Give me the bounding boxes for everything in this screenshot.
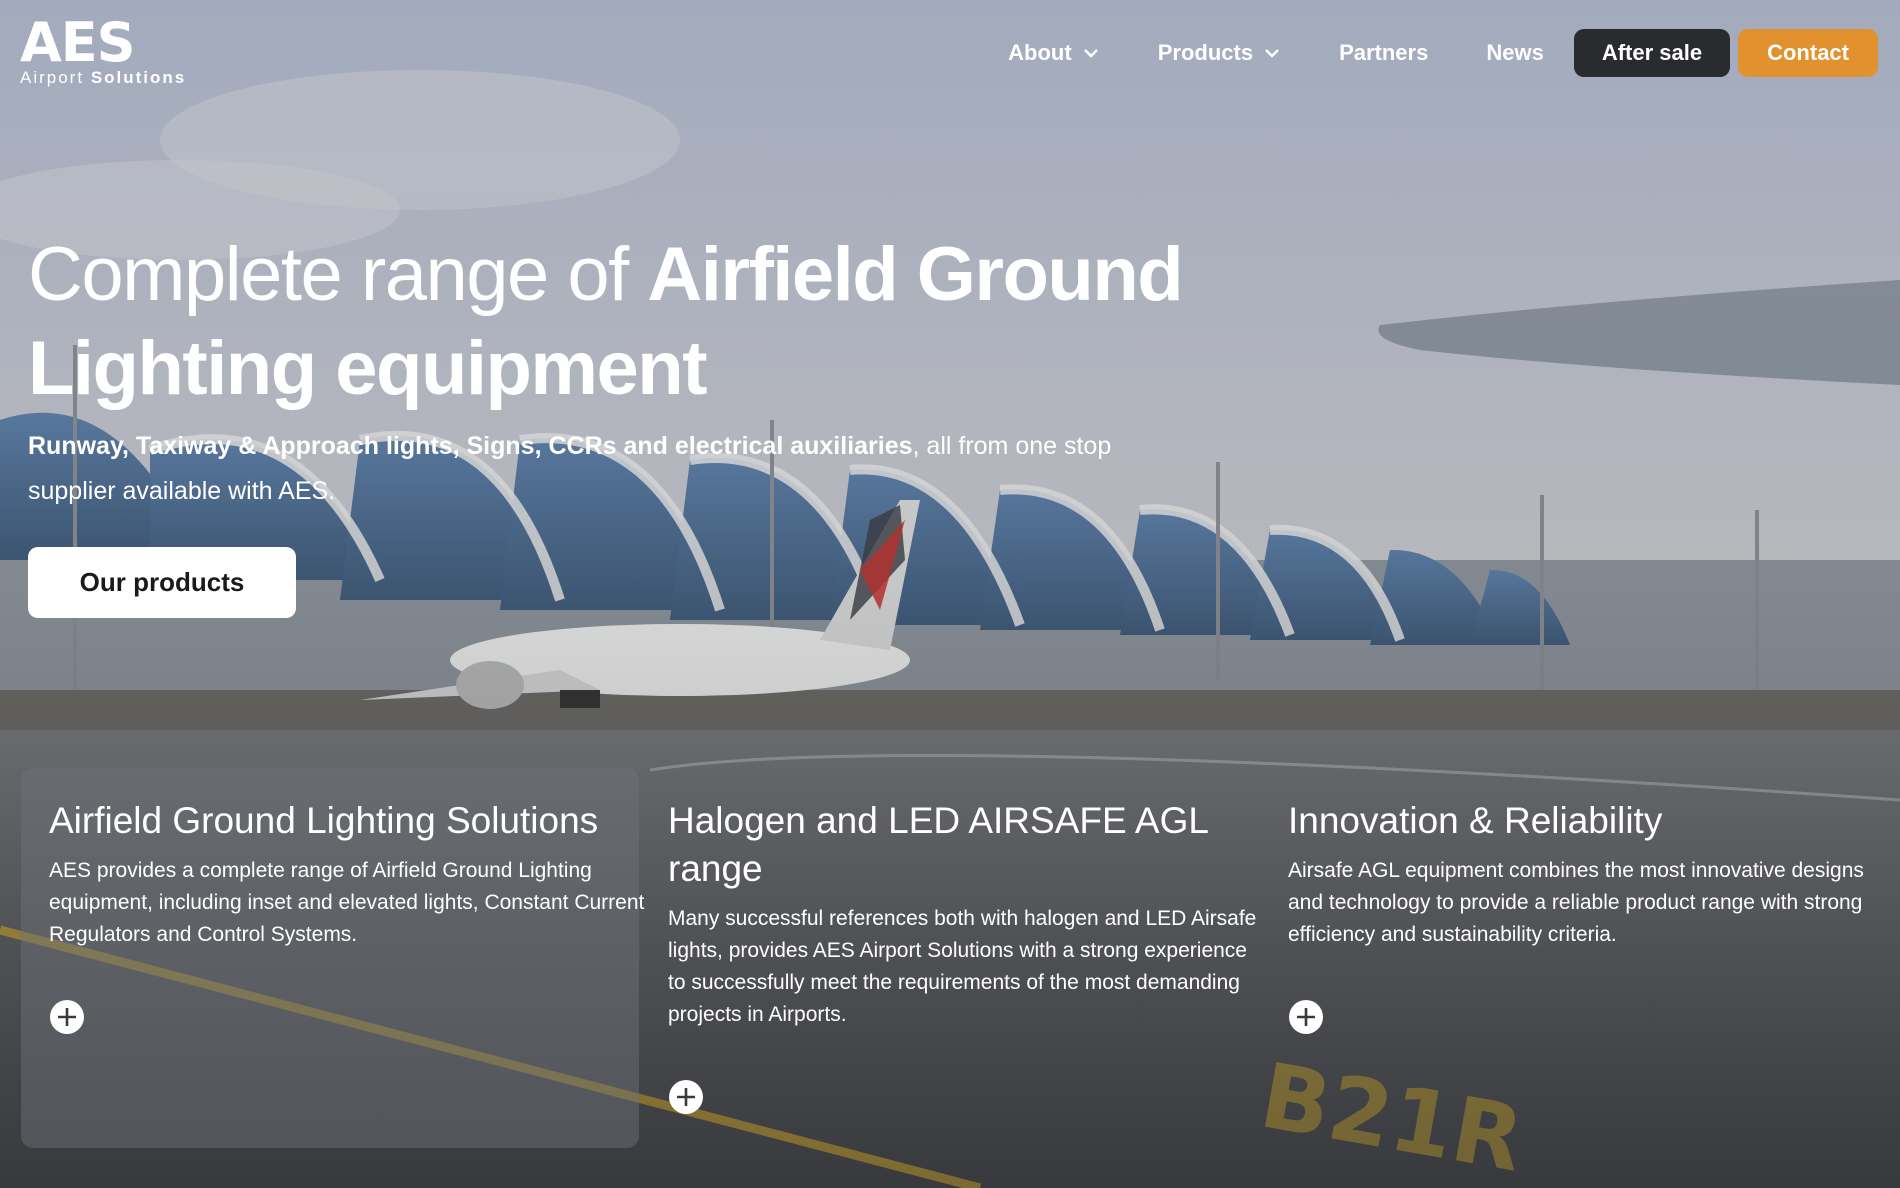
our-products-button[interactable]: Our products xyxy=(28,547,296,618)
plus-circle-icon[interactable] xyxy=(1288,999,1324,1035)
contact-button[interactable]: Contact xyxy=(1738,29,1878,77)
card-title: Innovation & Reliability xyxy=(1288,800,1663,841)
logo-subtitle: Airport Solutions xyxy=(20,68,187,87)
nav-products[interactable]: Products xyxy=(1158,40,1281,66)
card-title: Airfield Ground Lighting Solutions xyxy=(49,800,599,841)
aes-logo[interactable]: AES Airport Solutions xyxy=(20,11,200,88)
feature-card-agl-solutions: Airfield Ground Lighting Solutions AES p… xyxy=(49,797,649,1035)
hero-subline: Runway, Taxiway & Approach lights, Signs… xyxy=(28,424,1188,514)
feature-card-innovation: Innovation & Reliability Airsafe AGL equ… xyxy=(1288,797,1878,1035)
card-title: Halogen and LED AIRSAFE AGL range xyxy=(668,800,1208,889)
card-text: Many successful references both with hal… xyxy=(668,907,1257,1026)
nav-news[interactable]: News xyxy=(1486,40,1543,66)
headline-light: Complete range of xyxy=(28,232,648,317)
main-nav: About Products Partners News After sale … xyxy=(1008,29,1878,77)
nav-about-label: About xyxy=(1008,40,1072,65)
nav-partners[interactable]: Partners xyxy=(1339,40,1428,66)
logo-mark: AES xyxy=(20,11,136,74)
plus-circle-icon[interactable] xyxy=(668,1079,704,1115)
after-sale-button[interactable]: After sale xyxy=(1573,29,1731,77)
nav-products-label: Products xyxy=(1157,40,1254,65)
card-text: Airsafe AGL equipment combines the most … xyxy=(1288,859,1864,946)
subline-bold: Runway, Taxiway & Approach lights, Signs… xyxy=(28,432,913,460)
feature-card-airsafe-range: Halogen and LED AIRSAFE AGL range Many s… xyxy=(668,797,1268,1115)
card-text: AES provides a complete range of Airfiel… xyxy=(49,859,645,946)
nav-about[interactable]: About xyxy=(1008,40,1100,66)
plus-circle-icon[interactable] xyxy=(49,999,85,1035)
hero-headline: Complete range of Airfield Ground Lighti… xyxy=(28,228,1208,416)
chevron-down-icon xyxy=(1265,49,1279,58)
chevron-down-icon xyxy=(1083,49,1098,58)
